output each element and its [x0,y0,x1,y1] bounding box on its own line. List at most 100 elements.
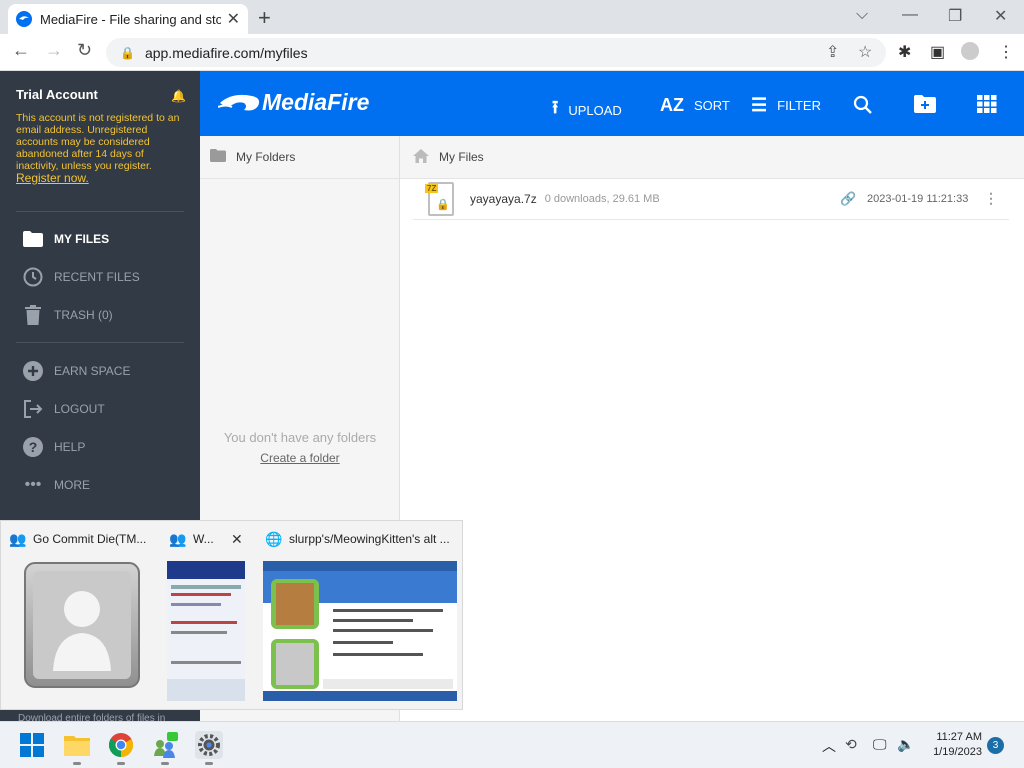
internet-explorer-icon: 🌐 [265,531,283,547]
file-meta: 0 downloads, 29.61 MB [544,192,660,205]
browser-tab[interactable]: MediaFire - File sharing and stor ✕ [8,4,248,34]
reload-icon[interactable]: ↻ [77,40,92,61]
filter-button[interactable]: ☰ FILTER [751,95,821,116]
sort-button[interactable]: AZ SORT [660,95,730,116]
notification-bell-icon[interactable]: 🔔 [171,89,186,103]
file-date: 2023-01-19 11:21:33 [867,193,969,205]
empty-folders-text: You don't have any folders [223,430,377,445]
thumbnail-title-text: Go Commit Die(TM... [33,532,147,546]
messenger-icon [154,732,178,758]
upload-icon: ⭱ [552,97,559,117]
sidebar-item-trash[interactable]: TRASH (0) [22,304,113,326]
logout-icon [22,398,44,420]
file-menu-icon[interactable]: ⋮ [984,190,998,207]
lock-icon[interactable]: 🔒 [120,46,135,60]
url-text: app.mediafire.com/myfiles [144,44,308,61]
new-tab-button[interactable]: + [258,5,271,31]
sidebar-item-recent-files[interactable]: RECENT FILES [22,266,140,288]
profile-avatar-icon[interactable] [961,42,979,60]
new-folder-button[interactable] [914,95,936,113]
sidebar-item-logout[interactable]: LOGOUT [22,398,105,420]
network-icon[interactable]: 🖵 [873,736,887,753]
sidebar-item-help[interactable]: ? HELP [22,436,85,458]
start-button[interactable] [18,731,46,759]
tab-close-icon[interactable]: ✕ [227,9,240,29]
sidebar-item-label: TRASH (0) [54,308,113,322]
browser-menu-icon[interactable]: ⋮ [998,42,1014,62]
svg-text:?: ? [29,439,38,455]
grid-view-button[interactable] [977,95,997,113]
extensions-icon[interactable]: ✱ [898,42,911,62]
share-icon[interactable]: ⇪ [826,42,839,62]
taskbar-file-explorer[interactable] [63,731,91,765]
files-pane-title: My Files [439,150,484,164]
thumbnail-title: 👥 W... [169,531,214,547]
thumbnail-title: 👥 Go Commit Die(TM... [9,531,146,547]
taskbar-clock[interactable]: 11:27 AM 1/19/2023 [924,730,982,760]
sidebar-item-label: HELP [54,440,86,454]
thumbnail-window-1[interactable]: 👥 Go Commit Die(TM... [1,521,161,711]
logo-text: MediaFire [262,89,370,115]
browser-window-thumbnail [263,561,457,701]
clock-date: 1/19/2023 [933,746,982,758]
archive-file-icon: 7Z 🔒 [425,181,455,216]
create-folder-link[interactable]: Create a folder [200,451,400,465]
trial-warning-text: This account is not registered to an ema… [16,112,180,172]
register-link[interactable]: Register now. [16,171,89,185]
sort-label: SORT [694,98,730,113]
mediafire-favicon-icon [16,11,32,27]
filter-label: FILTER [777,98,821,113]
running-indicator [205,762,213,765]
notification-badge[interactable]: 3 [987,737,1004,754]
file-explorer-icon [64,736,90,756]
thumbnail-title-text: W... [193,532,214,546]
windows-taskbar: ︿ ⟲ 🖵 🔈 11:27 AM 1/19/2023 3 [0,721,1024,768]
mediafire-logo[interactable]: MediaFire [218,89,369,116]
grid-view-icon [977,95,997,113]
sync-icon[interactable]: ⟲ [845,736,857,753]
chrome-icon [109,733,133,757]
taskbar-messenger[interactable] [151,731,179,765]
upload-label: UPLOAD [568,102,622,118]
sidebar-item-my-files[interactable]: MY FILES [22,228,109,250]
sidebar-item-earn-space[interactable]: EARN SPACE [22,360,130,382]
trial-warning: This account is not registered to an ema… [16,112,181,185]
forward-icon[interactable]: → [45,40,63,61]
more-dots-icon: ••• [24,476,42,493]
side-panel-icon[interactable]: ▣ [930,42,945,62]
window-close-button[interactable]: ✕ [994,6,1007,26]
bookmark-star-icon[interactable]: ☆ [858,42,872,62]
tray-overflow-chevron-icon[interactable]: ︿ [822,736,836,756]
sidebar-item-more[interactable]: ••• MORE [22,474,90,496]
minimize-button[interactable]: — [902,6,918,24]
sidebar-item-label: MORE [54,478,90,492]
messenger-buddy-icon: 👥 [169,531,187,547]
file-row[interactable]: 7Z 🔒 yayayaya.7z 0 downloads, 29.61 MB 🔗… [413,178,1009,220]
address-bar[interactable]: 🔒 app.mediafire.com/myfiles [106,38,886,67]
thumbnail-close-icon[interactable]: ✕ [231,531,243,548]
settings-gear-icon [198,734,220,756]
files-pane-header: My Files [400,136,1024,179]
running-indicator [73,762,81,765]
volume-icon[interactable]: 🔈 [897,736,914,753]
back-icon[interactable]: ← [12,40,30,61]
search-button[interactable] [853,95,873,115]
link-icon[interactable]: 🔗 [840,191,856,207]
taskbar-settings[interactable] [195,731,223,765]
thumbnail-window-3[interactable]: 🌐 slurpp's/MeowingKitten's alt ... [257,521,462,711]
account-title: Trial Account [16,87,98,102]
chat-window-thumbnail [167,561,245,701]
sidebar-divider [16,211,184,212]
home-icon[interactable] [413,148,429,166]
browser-tab-bar: MediaFire - File sharing and stor ✕ + ⌵ … [0,0,1024,34]
sort-az-icon: AZ [660,95,684,115]
thumbnail-title: 🌐 slurpp's/MeowingKitten's alt ... [265,531,450,547]
taskbar-chrome[interactable] [107,731,135,765]
upload-button[interactable]: ⭱ UPLOAD [552,95,622,125]
file-name[interactable]: yayayaya.7z [470,192,537,206]
thumbnail-window-2[interactable]: 👥 W... ✕ [161,521,251,711]
new-folder-icon [914,95,936,113]
running-indicator [117,762,125,765]
restore-button[interactable]: ❐ [948,6,962,26]
tab-search-icon[interactable]: ⌵ [856,6,868,24]
